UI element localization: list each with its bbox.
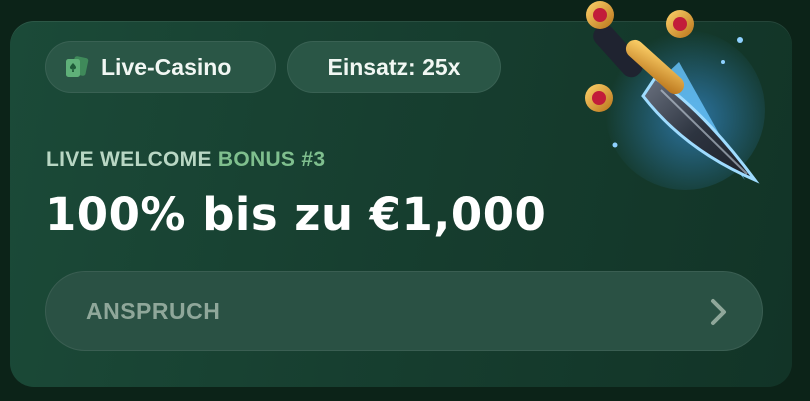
bonus-eyebrow: LIVE WELCOME BONUS #3 — [46, 148, 325, 172]
eyebrow-accent: BONUS #3 — [217, 148, 326, 171]
wager-chip: Einsatz: 25x — [287, 41, 501, 93]
claim-button[interactable]: ANSPRUCH — [45, 271, 763, 351]
eyebrow-prefix: LIVE WELCOME — [46, 148, 218, 171]
cards-icon — [64, 56, 90, 78]
chevron-right-icon — [702, 296, 734, 328]
category-label: Live-Casino — [101, 53, 232, 80]
category-chip[interactable]: Live-Casino — [45, 41, 276, 93]
bonus-headline: 100% bis zu €1,000 — [45, 188, 547, 241]
wager-label: Einsatz: 25x — [327, 53, 461, 80]
dagger-icon — [575, 0, 765, 190]
claim-label: ANSPRUCH — [86, 297, 221, 324]
